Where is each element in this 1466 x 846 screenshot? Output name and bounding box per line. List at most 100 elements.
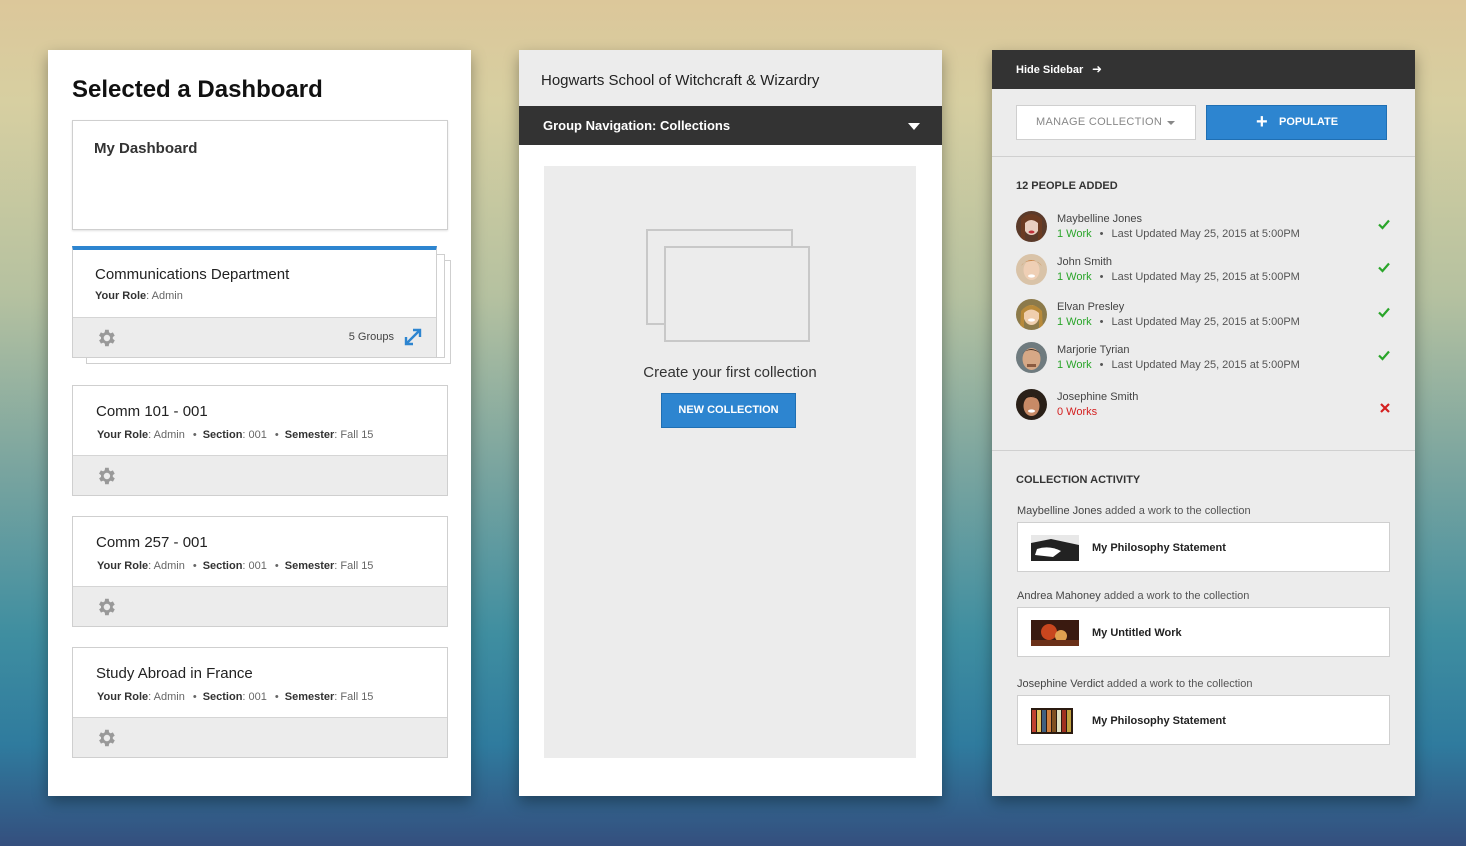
last-updated: Last Updated May 25, 2015 at 5:00PM bbox=[1111, 359, 1300, 371]
gear-icon[interactable] bbox=[95, 727, 117, 749]
card-footer: 5 Groups bbox=[73, 317, 436, 357]
gear-icon[interactable] bbox=[95, 596, 117, 618]
course-card[interactable]: Comm 257 - 001 Your Role: Admin • Section:… bbox=[72, 516, 448, 627]
check-icon bbox=[1378, 219, 1390, 230]
semester-label: Semester bbox=[284, 560, 335, 572]
separator-dot: • bbox=[192, 429, 197, 441]
manage-collection-dropdown[interactable]: MANAGE COLLECTION bbox=[1016, 105, 1196, 140]
person-row[interactable]: Marjorie Tyrian 1 Work • Last Updated May … bbox=[1016, 342, 1391, 378]
arrow-right-icon[interactable]: ➜ bbox=[1092, 62, 1102, 76]
expand-icon[interactable] bbox=[403, 327, 423, 347]
course-meta: Your Role: Admin • Section: 001 • Semester: … bbox=[97, 691, 373, 703]
person-name: Marjorie Tyrian bbox=[1057, 344, 1130, 356]
separator-dot: • bbox=[1099, 228, 1104, 240]
avatar bbox=[1016, 211, 1047, 242]
activity-label: Andrea Mahoney added a work to the colle… bbox=[1017, 590, 1249, 602]
separator-dot: • bbox=[192, 691, 197, 703]
populate-label: POPULATE bbox=[1279, 116, 1339, 128]
role-value: : Admin bbox=[146, 290, 183, 302]
group-navigation-label: Group Navigation: Collections bbox=[543, 118, 731, 133]
activity-work-card[interactable]: My Philosophy Statement bbox=[1017, 522, 1390, 572]
dashboard-selector-panel: Selected a Dashboard My Dashboard Commun… bbox=[48, 50, 471, 796]
separator-dot: • bbox=[274, 429, 279, 441]
works-count: 1 Work bbox=[1057, 228, 1092, 240]
works-count: 1 Work bbox=[1057, 359, 1092, 371]
role-label: Your Role bbox=[97, 691, 149, 703]
works-count: 0 Works bbox=[1057, 406, 1098, 418]
section-value: : 001 bbox=[242, 691, 267, 703]
separator-dot: • bbox=[192, 560, 197, 572]
semester-label: Semester bbox=[284, 691, 335, 703]
department-card-stack[interactable]: Communications Department Your Role: Adm… bbox=[72, 246, 452, 368]
empty-collection-illustration bbox=[664, 246, 810, 342]
card-footer bbox=[73, 717, 447, 757]
role-info: Your Role: Admin bbox=[95, 290, 183, 302]
person-name: Josephine Smith bbox=[1057, 391, 1139, 403]
chevron-down-icon bbox=[908, 123, 920, 130]
semester-label: Semester bbox=[284, 429, 335, 441]
person-name: Maybelline Jones bbox=[1057, 213, 1142, 225]
activity-work-card[interactable]: My Untitled Work bbox=[1017, 607, 1390, 657]
activity-work-card[interactable]: My Philosophy Statement bbox=[1017, 695, 1390, 745]
page-title: Selected a Dashboard bbox=[72, 76, 323, 103]
course-card[interactable]: Comm 101 - 001 Your Role: Admin • Section:… bbox=[72, 385, 448, 496]
role-label: Your Role bbox=[97, 560, 149, 572]
divider bbox=[992, 450, 1415, 451]
work-thumbnail bbox=[1031, 708, 1073, 734]
role-label: Your Role bbox=[97, 429, 149, 441]
hide-sidebar-button[interactable]: Hide Sidebar bbox=[1016, 64, 1083, 76]
my-dashboard-card[interactable]: My Dashboard bbox=[72, 120, 448, 230]
activity-actor[interactable]: Andrea Mahoney bbox=[1017, 590, 1101, 602]
group-navigation-dropdown[interactable]: Group Navigation: Collections bbox=[519, 106, 942, 145]
empty-state-text: Create your first collection bbox=[643, 364, 817, 381]
new-collection-button[interactable]: NEW COLLECTION bbox=[661, 393, 796, 428]
person-name: Elvan Presley bbox=[1057, 301, 1125, 313]
school-name: Hogwarts School of Witchcraft & Wizardry bbox=[541, 72, 820, 89]
course-name: Comm 101 - 001 bbox=[96, 403, 208, 420]
person-name: John Smith bbox=[1057, 256, 1113, 268]
person-meta: 1 Work • Last Updated May 25, 2015 at 5:00… bbox=[1057, 228, 1300, 240]
activity-actor[interactable]: Maybelline Jones bbox=[1017, 505, 1102, 517]
plus-icon: + bbox=[1256, 111, 1268, 133]
work-thumbnail bbox=[1031, 535, 1079, 561]
empty-collections-area: Create your first collection NEW COLLECT… bbox=[544, 166, 916, 758]
person-row[interactable]: Maybelline Jones 1 Work • Last Updated May… bbox=[1016, 211, 1391, 247]
works-count: 1 Work bbox=[1057, 271, 1092, 283]
semester-value: : Fall 15 bbox=[334, 560, 374, 572]
manage-collection-label: MANAGE COLLECTION bbox=[1036, 116, 1163, 128]
gear-icon[interactable] bbox=[95, 465, 117, 487]
last-updated: Last Updated May 25, 2015 at 5:00PM bbox=[1111, 271, 1300, 283]
activity-action: added a work to the collection bbox=[1103, 678, 1253, 690]
avatar bbox=[1016, 254, 1047, 285]
avatar bbox=[1016, 299, 1047, 330]
activity-action: added a work to the collection bbox=[1100, 590, 1250, 602]
separator-dot: • bbox=[1099, 316, 1104, 328]
person-row[interactable]: Josephine Smith 0 Works bbox=[1016, 389, 1391, 425]
work-title: My Philosophy Statement bbox=[1092, 715, 1226, 727]
course-card[interactable]: Study Abroad in France Your Role: Admin •… bbox=[72, 647, 448, 758]
card-footer bbox=[73, 586, 447, 626]
role-value: : Admin bbox=[148, 560, 185, 572]
person-row[interactable]: Elvan Presley 1 Work • Last Updated May 25… bbox=[1016, 299, 1391, 335]
activity-label: Maybelline Jones added a work to the col… bbox=[1017, 505, 1251, 517]
person-meta: 1 Work • Last Updated May 25, 2015 at 5:00… bbox=[1057, 271, 1300, 283]
gear-icon[interactable] bbox=[95, 327, 117, 349]
check-icon bbox=[1378, 350, 1390, 361]
sidebar-topbar: Hide Sidebar ➜ bbox=[992, 50, 1415, 89]
activity-actor[interactable]: Josephine Verdict bbox=[1017, 678, 1104, 690]
person-meta: 1 Work • Last Updated May 25, 2015 at 5:00… bbox=[1057, 316, 1300, 328]
work-title: My Philosophy Statement bbox=[1092, 542, 1226, 554]
works-count: 1 Work bbox=[1057, 316, 1092, 328]
work-thumbnail bbox=[1031, 620, 1079, 646]
work-title: My Untitled Work bbox=[1092, 627, 1182, 639]
role-value: : Admin bbox=[148, 429, 185, 441]
my-dashboard-label: My Dashboard bbox=[94, 140, 198, 157]
avatar bbox=[1016, 389, 1047, 420]
card-footer bbox=[73, 455, 447, 495]
department-card[interactable]: Communications Department Your Role: Adm… bbox=[72, 246, 437, 358]
section-label: Section bbox=[202, 429, 243, 441]
person-row[interactable]: John Smith 1 Work • Last Updated May 25, 2… bbox=[1016, 254, 1391, 290]
collection-sidebar-panel: Hide Sidebar ➜ MANAGE COLLECTION + POPUL… bbox=[992, 50, 1415, 796]
populate-button[interactable]: + POPULATE bbox=[1206, 105, 1387, 140]
section-value: : 001 bbox=[242, 429, 267, 441]
